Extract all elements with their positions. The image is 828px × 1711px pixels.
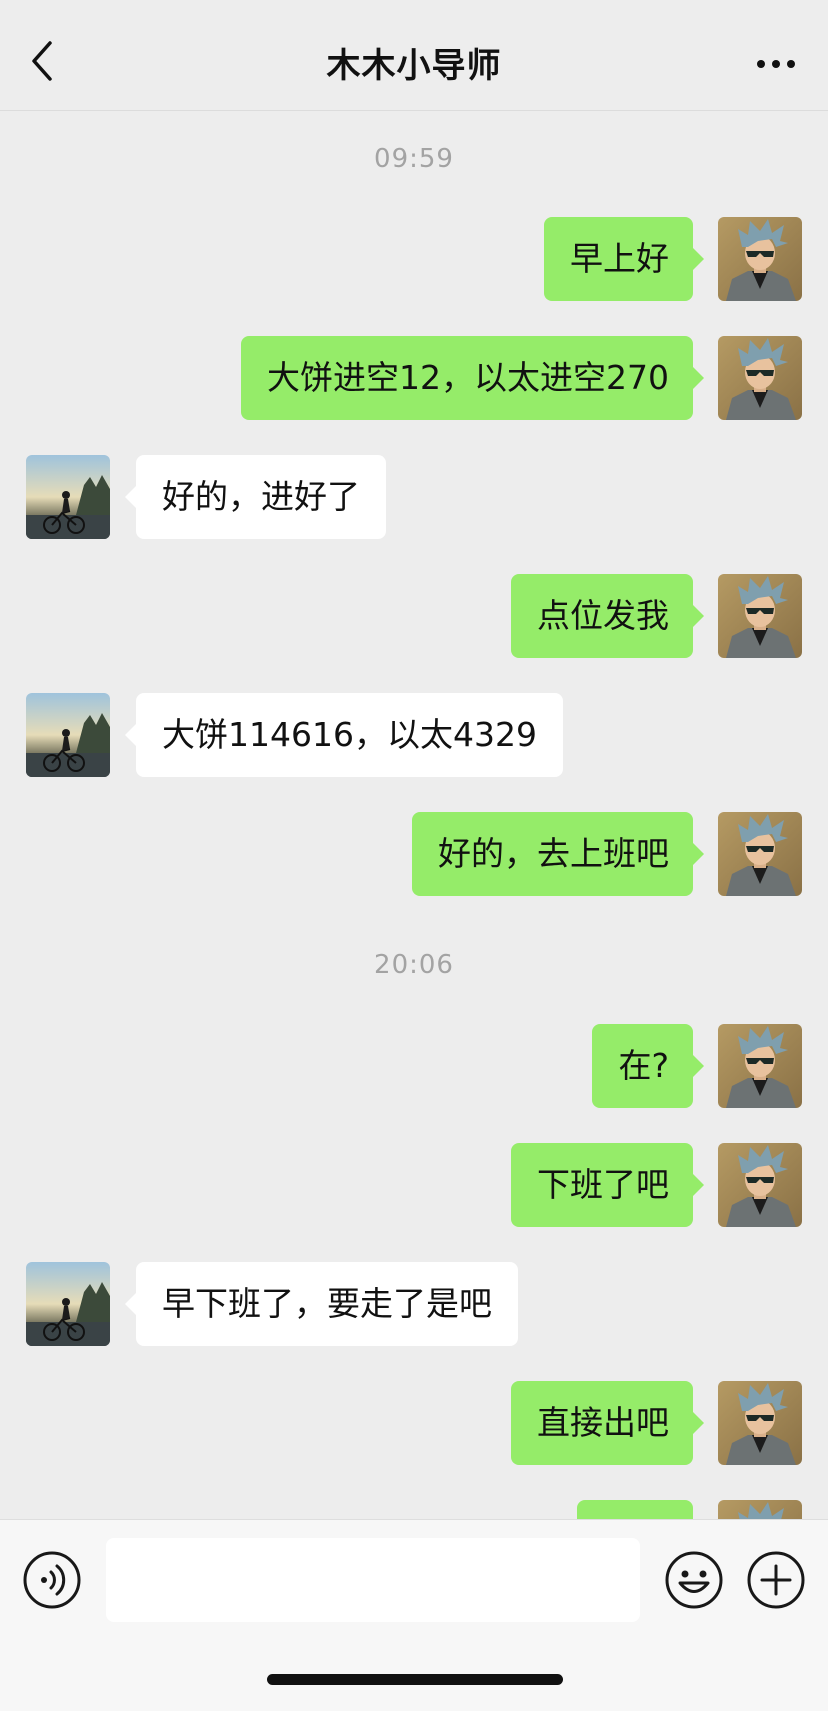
message-bubble-sent[interactable]: 点位发我 [511,574,704,658]
voice-button[interactable] [22,1550,82,1610]
chat-title: 木木小导师 [326,46,502,86]
more-options-button[interactable] [752,44,802,84]
my-avatar[interactable] [718,1143,802,1227]
message-bubble-sent[interactable]: 好的，去上班吧 [412,812,704,896]
contact-avatar[interactable] [26,1262,110,1346]
voice-icon [23,1551,81,1609]
chat-header: 木木小导师 [0,0,828,111]
message-bubble-sent[interactable]: 下班了吧 [511,1143,704,1227]
message-bubble-sent[interactable]: 早上好 [544,217,704,301]
emoji-button[interactable] [664,1550,724,1610]
my-avatar[interactable] [718,574,802,658]
plus-icon [747,1551,805,1609]
contact-avatar[interactable] [26,693,110,777]
input-bar [0,1519,828,1711]
my-avatar[interactable] [718,1381,802,1465]
more-dots-icon [757,60,795,68]
my-avatar[interactable] [718,1500,802,1519]
contact-avatar[interactable] [26,455,110,539]
message-bubble-sent[interactable]: 在? [592,1024,704,1108]
message-input[interactable] [106,1538,640,1622]
my-avatar[interactable] [718,1024,802,1108]
my-avatar[interactable] [718,217,802,301]
message-bubble-sent[interactable]: 大饼进空12，以太进空270 [241,336,704,420]
timestamp: 09:59 [374,144,454,174]
message-bubble-received[interactable]: 早下班了，要走了是吧 [125,1262,518,1346]
timestamp: 20:06 [374,950,454,980]
message-bubble-received[interactable]: 大饼114616，以太4329 [125,693,563,777]
message-bubble-sent[interactable] [577,1500,693,1519]
more-functions-button[interactable] [746,1550,806,1610]
my-avatar[interactable] [718,336,802,420]
emoji-icon [665,1551,723,1609]
my-avatar[interactable] [718,812,802,896]
message-bubble-received[interactable]: 好的，进好了 [125,455,386,539]
message-list[interactable]: 09:59 早上好 大饼进空12，以太进空270 好的，进好了 点位发我 大饼1… [0,111,828,1519]
home-indicator[interactable] [267,1674,563,1685]
message-bubble-sent[interactable]: 直接出吧 [511,1381,704,1465]
